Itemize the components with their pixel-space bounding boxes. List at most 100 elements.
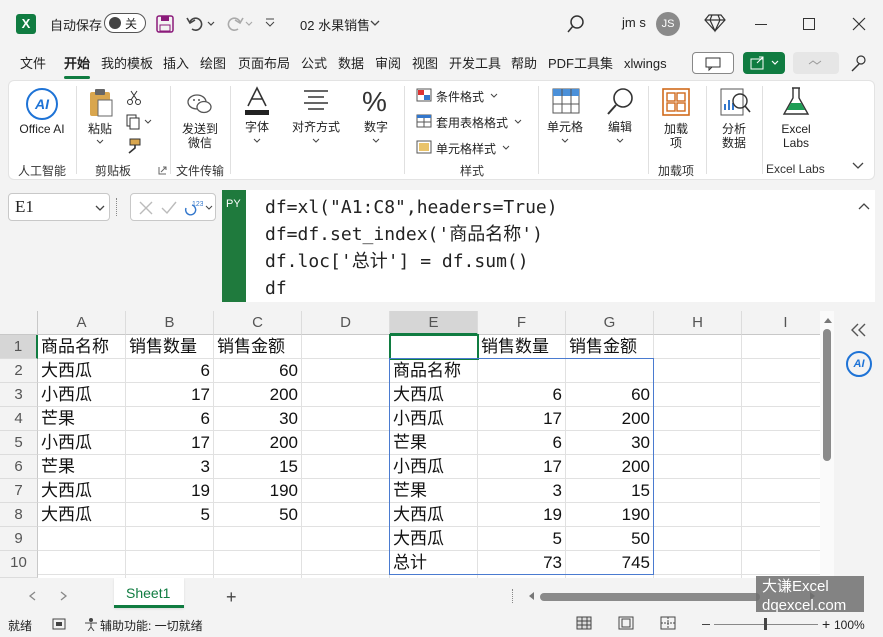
table-cell[interactable]: 6 [126,359,214,383]
table-cell[interactable]: 5 [478,527,566,551]
chevron-down-icon[interactable] [95,205,105,212]
index-name-cell[interactable]: 商品名称 [390,359,478,383]
chevron-down-icon[interactable] [312,138,320,144]
column-header[interactable]: I [742,311,830,335]
row-header[interactable]: 2 [0,359,38,383]
tab-my-templates[interactable]: 我的模板 [101,53,153,75]
font-button[interactable]: 字体 [238,120,276,134]
table-cell[interactable]: 芒果 [390,479,478,503]
cell-style-icon[interactable] [416,140,432,154]
normal-view-icon[interactable] [576,616,592,630]
table-cell[interactable]: 总计 [390,551,478,575]
table-cell[interactable]: 15 [214,455,302,479]
tab-page-layout[interactable]: 页面布局 [238,53,290,75]
alignment-button[interactable]: 对齐方式 [290,120,342,134]
table-cell[interactable]: 芒果 [38,455,126,479]
tab-draw[interactable]: 绘图 [200,53,226,75]
table-cell[interactable]: 19 [126,479,214,503]
chevron-down-icon[interactable] [96,139,104,145]
table-cell[interactable]: 大西瓜 [38,503,126,527]
tab-data[interactable]: 数据 [338,53,364,75]
cancel-icon[interactable] [139,201,153,215]
zoom-out-icon[interactable] [702,624,710,625]
column-header[interactable]: B [126,311,214,335]
column-header[interactable]: H [654,311,742,335]
table-cell[interactable]: 小西瓜 [38,383,126,407]
tab-formulas[interactable]: 公式 [301,53,327,75]
collapse-formula-icon[interactable] [858,202,870,210]
copilot-icon[interactable] [850,54,868,72]
table-cell[interactable]: 200 [214,383,302,407]
editing-search-icon[interactable] [606,86,636,116]
column-header[interactable]: D [302,311,390,335]
header-cell[interactable]: 商品名称 [38,335,126,359]
dialog-launcher-icon[interactable] [158,166,167,175]
tab-insert[interactable]: 插入 [163,53,189,75]
save-icon[interactable] [156,15,174,33]
table-cell[interactable]: 15 [566,479,654,503]
header-cell[interactable]: 销售金额 [566,335,654,359]
table-cell[interactable]: 60 [566,383,654,407]
table-format-icon[interactable] [416,114,432,128]
table-cell[interactable]: 73 [478,551,566,575]
table-format-button[interactable]: 套用表格格式 [436,114,508,131]
paste-icon[interactable] [88,88,114,118]
row-header[interactable]: 6 [0,455,38,479]
table-cell[interactable]: 小西瓜 [390,455,478,479]
table-cell[interactable]: 6 [478,431,566,455]
table-cell[interactable]: 大西瓜 [390,383,478,407]
sheet-tab-active[interactable]: Sheet1 [114,578,184,608]
formula-splitter[interactable] [116,198,118,216]
table-cell[interactable]: 6 [478,383,566,407]
tab-view[interactable]: 视图 [412,53,438,75]
tab-help[interactable]: 帮助 [511,53,537,75]
tab-xlwings[interactable]: xlwings [624,53,667,75]
chevron-down-icon[interactable] [372,138,380,144]
chevron-down-icon[interactable] [616,138,624,144]
chevron-down-icon[interactable] [253,138,261,144]
tab-home[interactable]: 开始 [64,53,90,75]
table-cell[interactable]: 50 [214,503,302,527]
table-cell[interactable]: 17 [478,455,566,479]
addins-icon[interactable] [662,88,690,116]
chevron-down-icon[interactable] [490,93,498,99]
select-all-corner[interactable] [0,311,38,335]
row-header[interactable]: 5 [0,431,38,455]
column-header-selected[interactable]: E [390,311,478,335]
table-cell[interactable]: 大西瓜 [38,479,126,503]
table-cell[interactable]: 17 [126,431,214,455]
python-formula-icon[interactable]: 123 [183,198,203,218]
table-cell[interactable]: 6 [126,407,214,431]
wechat-icon[interactable] [186,92,214,116]
cells-button[interactable]: 单元格 [544,120,586,134]
zoom-in-icon[interactable]: + [822,616,830,632]
next-sheet-icon[interactable] [60,591,68,601]
header-cell[interactable]: 销售金额 [214,335,302,359]
close-icon[interactable] [852,17,866,31]
chevron-down-icon[interactable] [514,119,522,125]
table-cell[interactable]: 芒果 [390,431,478,455]
tab-review[interactable]: 审阅 [375,53,401,75]
table-cell[interactable]: 大西瓜 [390,527,478,551]
paste-button[interactable]: 粘贴 [84,122,116,136]
row-header[interactable]: 8 [0,503,38,527]
zoom-slider-thumb[interactable] [764,618,767,630]
align-icon[interactable] [302,88,330,114]
analyze-data-button[interactable]: 分析数据 [718,122,750,150]
tab-pdf-tools[interactable]: PDF工具集 [548,53,613,75]
vertical-scrollbar[interactable] [820,311,834,578]
file-name[interactable]: 02 水果销售 [300,15,370,34]
row-header[interactable]: 9 [0,527,38,551]
analyze-data-icon[interactable] [720,88,752,116]
name-box[interactable]: E1 [8,193,110,221]
format-painter-icon[interactable] [126,138,142,154]
page-break-view-icon[interactable] [660,616,676,630]
font-icon[interactable] [244,86,270,116]
accessibility-status[interactable]: 辅助功能: 一切就绪 [100,617,203,634]
catch-up-button[interactable] [793,52,839,74]
formula-input[interactable]: df=xl("A1:C8",headers=True) df=df.set_in… [246,190,875,302]
table-cell[interactable]: 190 [214,479,302,503]
comments-button[interactable] [692,52,734,74]
table-cell[interactable]: 17 [478,407,566,431]
row-header-selected[interactable]: 1 [0,335,38,359]
